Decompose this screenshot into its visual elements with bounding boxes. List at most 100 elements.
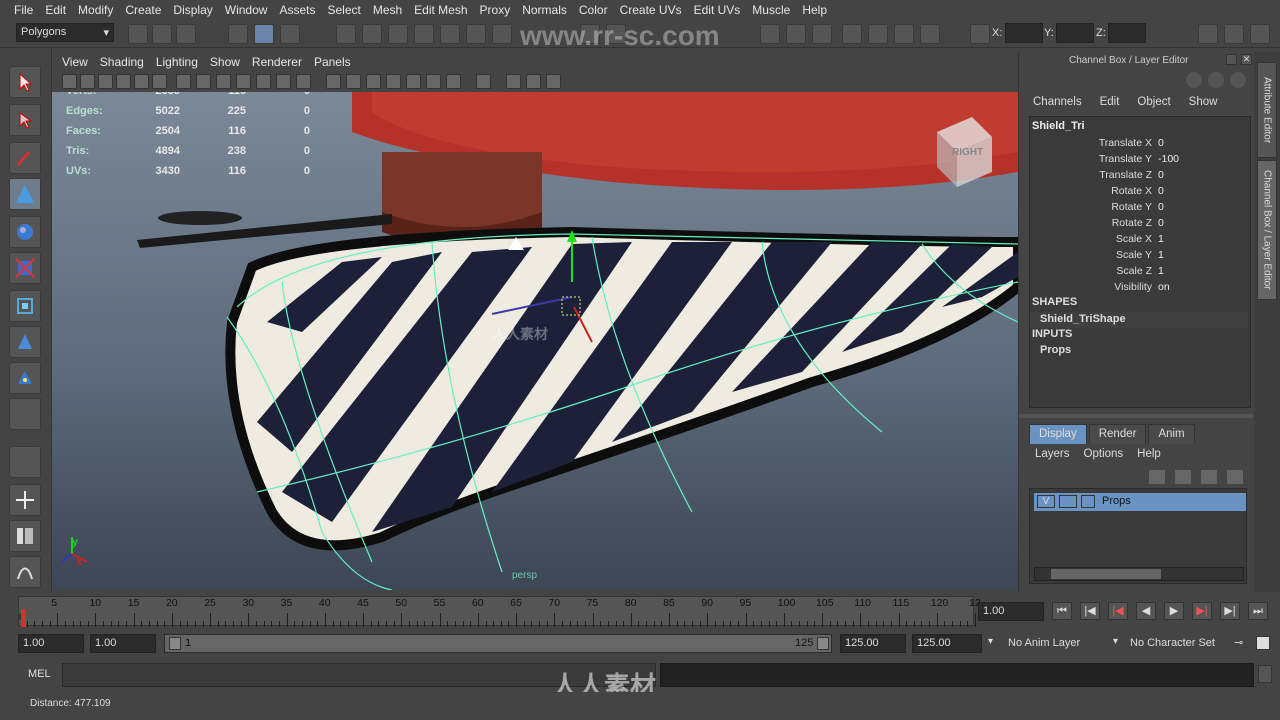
wireframe-on-shaded-icon[interactable] (366, 74, 381, 89)
display-options-icon[interactable] (1208, 72, 1224, 88)
channel-value[interactable]: 0 (1155, 217, 1247, 232)
step-back-frame-icon[interactable]: |◀ (1108, 602, 1128, 620)
render-current-icon[interactable] (868, 24, 888, 44)
playback-end-field[interactable]: 125.00 (840, 634, 906, 653)
outliner-layout-icon[interactable] (9, 520, 41, 552)
channel-row[interactable]: Scale X1 (1030, 233, 1248, 249)
layer-scroll-thumb[interactable] (1051, 569, 1161, 579)
select-object-icon[interactable] (254, 24, 274, 44)
camera-attributes-icon[interactable] (62, 74, 77, 89)
x-coord-field[interactable] (1005, 23, 1043, 43)
new-scene-icon[interactable] (128, 24, 148, 44)
tab-display[interactable]: Display (1029, 424, 1087, 444)
script-editor-icon[interactable] (1258, 665, 1272, 683)
channel-value[interactable]: 0 (1155, 201, 1247, 216)
render-view-icon[interactable] (842, 24, 862, 44)
channel-value[interactable]: 1 (1155, 249, 1247, 264)
layer-row-props[interactable]: V Props (1034, 493, 1246, 511)
xray-icon[interactable] (476, 74, 491, 89)
snap-grid-icon[interactable] (336, 24, 356, 44)
safe-action-icon[interactable] (276, 74, 291, 89)
select-tool-icon[interactable] (9, 66, 41, 98)
open-scene-icon[interactable] (152, 24, 172, 44)
command-language-label[interactable]: MEL (28, 668, 51, 680)
character-set-dropdown[interactable]: No Character Set (1126, 634, 1234, 653)
move-up-icon[interactable] (1201, 470, 1217, 484)
bookmark-icon[interactable] (80, 74, 95, 89)
new-layer-icon[interactable] (1149, 470, 1165, 484)
menu-set-dropdown[interactable]: Polygons ▾ (16, 23, 114, 42)
step-forward-frame-icon[interactable]: ▶| (1192, 602, 1212, 620)
key-icon[interactable]: ⊸ (1234, 636, 1243, 649)
paint-select-tool-icon[interactable] (9, 142, 41, 174)
xray-components-icon[interactable] (526, 74, 541, 89)
textured-icon[interactable] (386, 74, 401, 89)
time-slider[interactable]: 0 51015202530354045505560657075808590951… (18, 596, 981, 627)
wireframe-shading-icon[interactable] (326, 74, 341, 89)
snap-surface-icon[interactable] (440, 24, 460, 44)
menu-display[interactable]: Display (167, 3, 218, 17)
channel-value[interactable]: on (1155, 281, 1247, 296)
select-component-icon[interactable] (280, 24, 300, 44)
high-quality-icon[interactable] (446, 74, 461, 89)
history-icon[interactable] (466, 24, 486, 44)
film-gate-icon[interactable] (196, 74, 211, 89)
move-tool-icon[interactable] (9, 178, 41, 210)
panel-menu-view[interactable]: View (56, 55, 94, 69)
range-start-handle[interactable] (169, 637, 181, 650)
tab-render[interactable]: Render (1088, 424, 1147, 444)
play-forwards-icon[interactable]: ▶ (1164, 602, 1184, 620)
snap-point-icon[interactable] (388, 24, 408, 44)
rotate-tool-icon[interactable] (9, 216, 41, 248)
pin-icon[interactable] (1186, 72, 1202, 88)
panel-menu-show[interactable]: Show (204, 55, 246, 69)
four-pane-layout-icon[interactable] (9, 484, 41, 516)
anim-layer-dropdown[interactable]: No Anim Layer ▾ (1004, 634, 1120, 653)
channel-row[interactable]: Rotate Y0 (1030, 201, 1248, 217)
shadows-icon[interactable] (426, 74, 441, 89)
float-panel-icon[interactable] (1226, 54, 1237, 65)
go-to-start-icon[interactable]: ⏮ (1052, 602, 1072, 620)
menu-edit-uvs[interactable]: Edit UVs (688, 3, 747, 17)
play-backwards-icon[interactable]: ◀ (1136, 602, 1156, 620)
tab-attribute-editor[interactable]: Attribute Editor (1257, 62, 1277, 158)
tab-anim[interactable]: Anim (1148, 424, 1195, 444)
show-manipulator-icon[interactable] (9, 362, 41, 394)
menu-help[interactable]: Help (796, 3, 833, 17)
perspective-viewport[interactable]: Verts: 2535 116 0 Edges: 5022 225 0 Faces: 2504 11… (52, 92, 1018, 590)
panel-splitter[interactable] (1019, 414, 1253, 418)
channel-row[interactable]: Translate X0 (1030, 137, 1248, 153)
menu-assets[interactable]: Assets (273, 3, 321, 17)
toggle-panel-icon[interactable] (812, 24, 832, 44)
two-d-pan-icon[interactable] (116, 74, 131, 89)
channel-value[interactable]: 0 (1155, 137, 1247, 152)
channel-row[interactable]: Rotate X0 (1030, 185, 1248, 201)
select-hierarchy-icon[interactable] (228, 24, 248, 44)
grid-icon[interactable] (176, 74, 191, 89)
snap-curve-icon[interactable] (362, 24, 382, 44)
transform-box-icon[interactable] (970, 24, 990, 44)
menu-edit-mesh[interactable]: Edit Mesh (408, 3, 473, 17)
layer-menu-help[interactable]: Help (1137, 448, 1161, 460)
channel-value[interactable]: 1 (1155, 265, 1247, 280)
use-all-lights-icon[interactable] (406, 74, 421, 89)
current-time-marker[interactable] (21, 609, 26, 627)
ipr-icon[interactable] (894, 24, 914, 44)
channel-row[interactable]: Scale Y1 (1030, 249, 1248, 265)
lasso-tool-icon[interactable] (9, 104, 41, 136)
menu-edit[interactable]: Edit (39, 3, 72, 17)
snap-plane-icon[interactable] (414, 24, 434, 44)
channel-row[interactable]: Translate Z0 (1030, 169, 1248, 185)
range-slider[interactable]: 1 125 (164, 634, 832, 653)
gate-mask-icon[interactable] (236, 74, 251, 89)
graph-editor-layout-icon[interactable] (9, 556, 41, 588)
smooth-shading-icon[interactable] (346, 74, 361, 89)
menu-mesh[interactable]: Mesh (367, 3, 408, 17)
channel-row[interactable]: Rotate Z0 (1030, 217, 1248, 233)
channel-value[interactable]: 0 (1155, 185, 1247, 200)
shape-row[interactable]: Shield_TriShape (1030, 312, 1248, 328)
soft-modification-icon[interactable] (9, 326, 41, 358)
channel-menu-object[interactable]: Object (1137, 96, 1170, 108)
go-to-end-icon[interactable]: ⏭ (1248, 602, 1268, 620)
panel-menu-panels[interactable]: Panels (308, 55, 357, 69)
